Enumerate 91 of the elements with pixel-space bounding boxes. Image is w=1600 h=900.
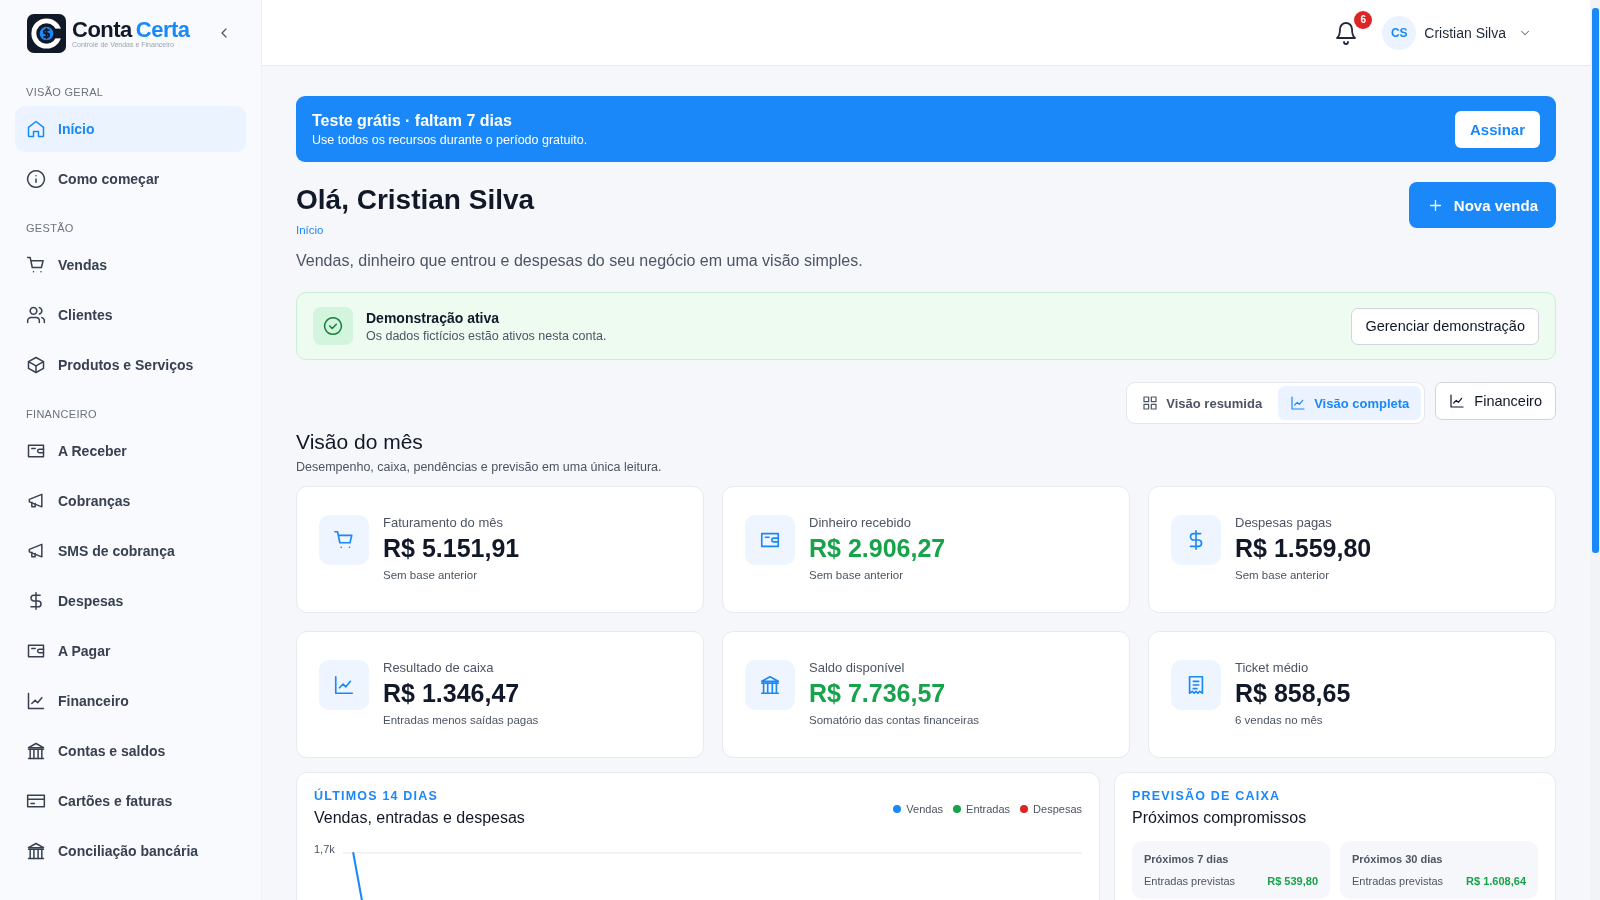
- stat-value: R$ 1.346,47: [383, 679, 521, 708]
- manage-demo-button[interactable]: Gerenciar demonstração: [1351, 307, 1539, 345]
- section-title: Visão do mês: [296, 430, 424, 454]
- megaphone-icon: [26, 491, 46, 511]
- section-subtitle: Desempenho, caixa, pendências e previsão em uma única leitura.: [296, 460, 663, 474]
- stat-value: R$ 7.736,57: [809, 679, 947, 708]
- credit-card-icon: [26, 791, 46, 811]
- banner-text: Use todos os recursos durante o período gratuito.: [312, 132, 588, 147]
- notification-icon[interactable]: [1334, 20, 1359, 45]
- stat-note: Entradas menos saídas pagas: [383, 714, 539, 726]
- forecast-label: Entradas previstas: [1352, 875, 1444, 887]
- info-icon: [26, 169, 46, 189]
- stat-value: R$ 1.559,80: [1235, 534, 1372, 563]
- stat-note: 6 vendas no mês: [1235, 714, 1324, 726]
- sidebar-item[interactable]: Produtos e Serviços: [15, 342, 246, 388]
- stat-label: Resultado de caixa: [383, 660, 495, 675]
- sidebar-item[interactable]: Contas e saldos: [15, 728, 246, 774]
- sidebar-item[interactable]: A Pagar: [15, 628, 246, 674]
- banner-title: Teste grátis · faltam 7 dias: [312, 111, 513, 130]
- subscribe-button[interactable]: Assinar: [1454, 110, 1540, 148]
- chart-icon: [1290, 395, 1307, 411]
- view-tab[interactable]: Visão resumida: [1130, 386, 1275, 420]
- scrollbar[interactable]: [1590, 0, 1600, 900]
- stat-label: Dinheiro recebido: [809, 515, 912, 530]
- wallet-icon: [26, 641, 46, 661]
- legend-label: Entradas: [966, 803, 1011, 815]
- home-icon: [26, 119, 46, 139]
- bank-icon: [745, 660, 795, 710]
- brand-name: Conta: [72, 16, 132, 42]
- stat-note: Sem base anterior: [383, 569, 478, 581]
- brand-name: Certa: [135, 16, 190, 42]
- panel-title: Próximos compromissos: [1132, 809, 1308, 827]
- wallet-icon: [26, 441, 46, 461]
- sidebar-item[interactable]: Cartões e faturas: [15, 778, 246, 824]
- financeiro-button[interactable]: Financeiro: [1435, 382, 1556, 420]
- section-heading: FINANCEIRO: [26, 408, 98, 420]
- cart-icon: [26, 255, 46, 275]
- forecast-value: R$ 1.608,64: [1466, 875, 1526, 887]
- chart-icon: [319, 660, 369, 710]
- panel-title: Vendas, entradas e despesas: [314, 809, 525, 827]
- stat-label: Faturamento do mês: [383, 515, 504, 530]
- sidebar-item[interactable]: Clientes: [15, 292, 246, 338]
- sidebar-item[interactable]: Conciliação bancária: [15, 828, 246, 874]
- forecast-value: R$ 539,80: [1267, 875, 1318, 887]
- axis-label: 1,7k: [314, 843, 335, 857]
- stat-note: Somatório das contas financeiras: [809, 714, 980, 726]
- sidebar-item[interactable]: Cobranças: [15, 478, 246, 524]
- chart-icon: [26, 691, 46, 711]
- sidebar-item[interactable]: Financeiro: [15, 678, 246, 724]
- period-title: Próximos 30 dias: [1352, 853, 1444, 865]
- section-heading: GESTÃO: [26, 222, 75, 234]
- sidebar-item[interactable]: Vendas: [15, 242, 246, 288]
- wallet-icon: [745, 515, 795, 565]
- legend-label: Despesas: [1033, 803, 1082, 815]
- megaphone-icon: [26, 541, 46, 561]
- legend-label: Vendas: [906, 803, 944, 815]
- stat-value: R$ 5.151,91: [383, 534, 520, 563]
- stat-label: Saldo disponível: [809, 660, 906, 675]
- logo-icon: [27, 13, 66, 53]
- cart-icon: [319, 515, 369, 565]
- bank-icon: [26, 841, 46, 861]
- stat-value: R$ 858,65: [1235, 679, 1351, 708]
- sidebar-item[interactable]: Despesas: [15, 578, 246, 624]
- chart-line: [352, 852, 365, 900]
- new-sale-button[interactable]: Nova venda: [1408, 182, 1556, 228]
- notice-text: Os dados fictícios estão ativos nesta conta.: [366, 328, 608, 343]
- sidebar-item[interactable]: A Receber: [15, 428, 246, 474]
- receipt-icon: [1171, 660, 1221, 710]
- page-title: Olá, Cristian Silva: [296, 184, 536, 216]
- period-title: Próximos 7 dias: [1144, 853, 1230, 865]
- notification-badge: 6: [1354, 10, 1373, 29]
- user-name[interactable]: Cristian Silva: [1424, 24, 1506, 41]
- notice-title: Demonstração ativa: [366, 309, 501, 326]
- page-subtitle: Vendas, dinheiro que entrou e despesas do seu negócio em uma visão simples.: [296, 252, 863, 270]
- stat-value: R$ 2.906,27: [809, 534, 946, 563]
- stat-note: Sem base anterior: [809, 569, 904, 581]
- sidebar-item[interactable]: SMS de cobrança: [15, 528, 246, 574]
- users-icon: [26, 305, 46, 325]
- forecast-label: Entradas previstas: [1144, 875, 1236, 887]
- chart-icon: [1449, 393, 1466, 409]
- stat-label: Ticket médio: [1235, 660, 1310, 675]
- stat-label: Despesas pagas: [1235, 515, 1333, 530]
- bank-icon: [26, 741, 46, 761]
- dollar-icon: [1171, 515, 1221, 565]
- section-heading: VISÃO GERAL: [26, 86, 105, 98]
- box-icon: [26, 355, 46, 375]
- sidebar-item[interactable]: Como começar: [15, 156, 246, 202]
- stat-note: Sem base anterior: [1235, 569, 1330, 581]
- panel-eyebrow: PREVISÃO DE CAIXA: [1132, 789, 1282, 803]
- grid-icon: [1142, 395, 1159, 411]
- panel-eyebrow: ÚLTIMOS 14 DIAS: [314, 789, 440, 803]
